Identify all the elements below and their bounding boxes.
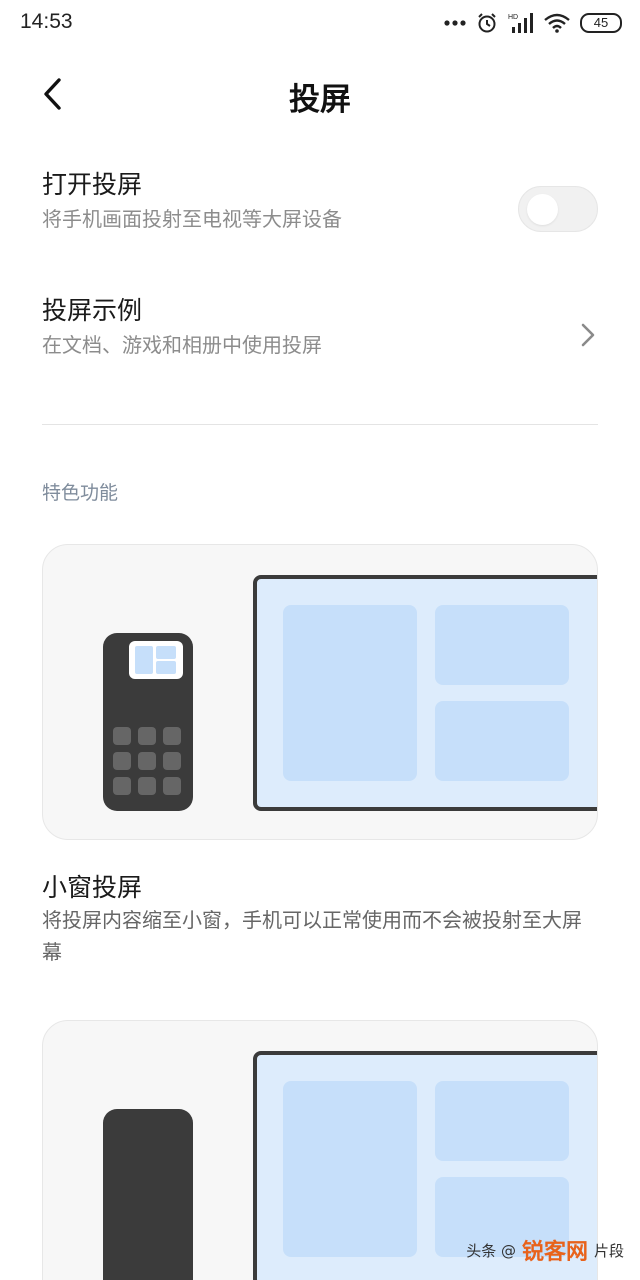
battery-icon: 45 xyxy=(580,13,622,33)
watermark-brand: 锐客网 xyxy=(521,1240,588,1265)
phone-body xyxy=(103,1109,193,1280)
chevron-right-icon xyxy=(581,323,595,347)
watermark: 头条 @ 锐客网 片段 xyxy=(466,1234,624,1266)
page-title: 投屏 xyxy=(289,82,351,118)
status-time: 14:53 xyxy=(20,10,73,33)
more-dots-icon xyxy=(444,20,466,26)
watermark-prefix: 头条 @ xyxy=(466,1241,516,1260)
status-bar: 14:53 HD 45 xyxy=(0,0,640,44)
tv-pane-top-right xyxy=(435,1081,569,1161)
toggle-knob xyxy=(527,194,558,225)
status-icons: HD 45 xyxy=(444,10,622,36)
open-cast-toggle[interactable] xyxy=(518,186,598,232)
feature-title: 小窗投屏 xyxy=(42,873,143,902)
alarm-icon xyxy=(478,13,496,33)
open-cast-row[interactable]: 打开投屏 将手机画面投射至电视等大屏设备 xyxy=(42,168,598,252)
tv-pane-bottom-right xyxy=(435,701,569,781)
watermark-suffix: 片段 xyxy=(593,1241,624,1260)
wifi-icon xyxy=(544,13,570,33)
open-cast-title: 打开投屏 xyxy=(42,170,143,199)
tv-pane-top-right xyxy=(435,605,569,685)
phone-app-grid xyxy=(113,727,181,795)
open-cast-subtitle: 将手机画面投射至电视等大屏设备 xyxy=(42,207,342,231)
cast-examples-title: 投屏示例 xyxy=(42,296,143,325)
hd-signal-icon: HD xyxy=(508,13,533,33)
header: 投屏 xyxy=(0,58,640,130)
divider xyxy=(42,424,598,425)
cast-examples-row[interactable]: 投屏示例 在文档、游戏和相册中使用投屏 xyxy=(42,294,598,378)
tv-pane-left xyxy=(283,605,417,781)
tv-pane-left xyxy=(283,1081,417,1257)
svg-text:HD: HD xyxy=(508,14,518,21)
feature-description: 将投屏内容缩至小窗，手机可以正常使用而不会被投射至大屏幕 xyxy=(42,908,582,964)
section-label: 特色功能 xyxy=(42,482,119,504)
feature-card-small-window xyxy=(42,544,598,840)
small-window-illustration xyxy=(103,575,597,811)
cast-settings-screen: 14:53 HD 45 投屏 打开投屏 将手机画面投射至电视等大屏设备 投屏示例… xyxy=(0,0,640,1280)
cast-examples-subtitle: 在文档、游戏和相册中使用投屏 xyxy=(42,333,322,357)
